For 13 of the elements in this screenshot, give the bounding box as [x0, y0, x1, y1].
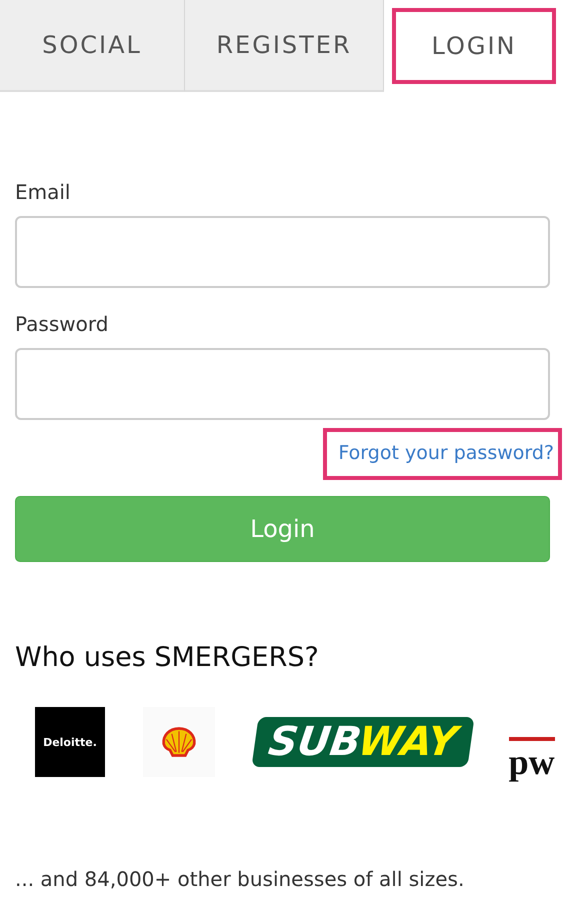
pwc-logo: pw — [508, 737, 555, 783]
footer-text: ... and 84,000+ other businesses of all sizes. — [14, 866, 466, 891]
tab[interactable]: REGISTER — [185, 0, 384, 92]
subway-logo: SUBWAY — [251, 717, 474, 767]
section-heading: Who uses SMERGERS? — [14, 641, 320, 673]
field-label: Password — [15, 312, 110, 336]
shell-logo — [161, 726, 197, 758]
input-field[interactable] — [15, 216, 550, 288]
deloitte-logo: Deloitte. — [35, 707, 105, 777]
field-label: Email — [15, 180, 72, 204]
forgot-password-link[interactable]: Forgot your password? — [325, 430, 560, 478]
input-field[interactable] — [15, 348, 550, 420]
tab[interactable]: SOCIAL — [0, 0, 185, 92]
